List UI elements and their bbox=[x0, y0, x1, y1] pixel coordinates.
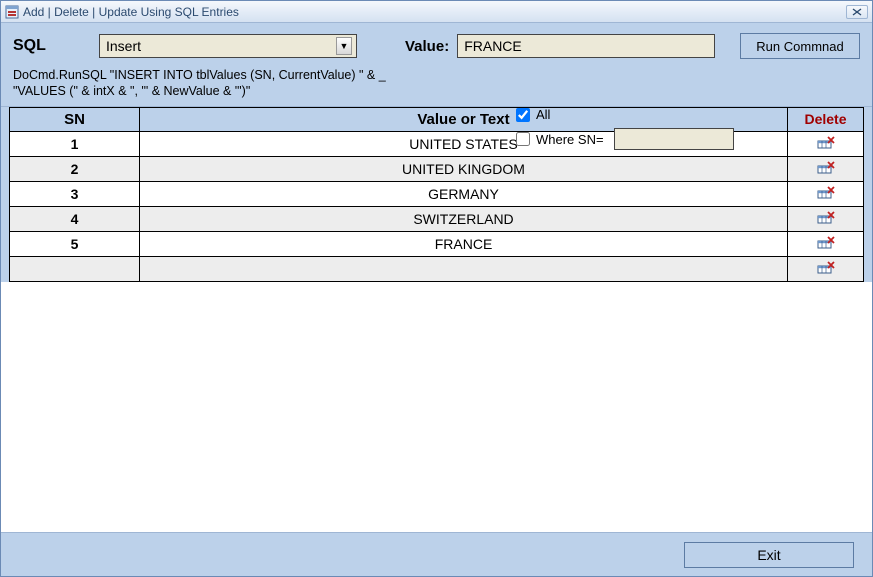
cell-delete bbox=[788, 231, 864, 256]
close-icon[interactable] bbox=[846, 5, 868, 19]
cell-delete bbox=[788, 181, 864, 206]
footer: Exit bbox=[1, 532, 872, 576]
all-checkbox[interactable] bbox=[516, 108, 530, 122]
sql-combo-value: Insert bbox=[106, 38, 336, 54]
cell-delete bbox=[788, 131, 864, 156]
table-row: 5FRANCE bbox=[10, 231, 864, 256]
sql-combo[interactable]: Insert ▼ bbox=[99, 34, 357, 58]
cell-delete bbox=[788, 156, 864, 181]
cell-delete bbox=[788, 256, 864, 281]
delete-row-icon[interactable] bbox=[816, 185, 836, 201]
sql-label: SQL bbox=[13, 37, 91, 55]
sql-code-preview: DoCmd.RunSQL "INSERT INTO tblValues (SN,… bbox=[13, 67, 860, 100]
window-title: Add | Delete | Update Using SQL Entries bbox=[23, 5, 239, 19]
cell-value: SWITZERLAND bbox=[140, 206, 788, 231]
values-table: SN Value or Text Delete 1UNITED STATES2U… bbox=[9, 107, 864, 282]
where-sn-input[interactable] bbox=[614, 128, 734, 150]
cell-sn: 4 bbox=[10, 206, 140, 231]
table-area: SN Value or Text Delete 1UNITED STATES2U… bbox=[1, 107, 872, 282]
table-row: 3GERMANY bbox=[10, 181, 864, 206]
table-row bbox=[10, 256, 864, 281]
cell-value: GERMANY bbox=[140, 181, 788, 206]
cell-sn: 2 bbox=[10, 156, 140, 181]
cell-value: FRANCE bbox=[140, 231, 788, 256]
cell-sn: 3 bbox=[10, 181, 140, 206]
chevron-down-icon[interactable]: ▼ bbox=[336, 37, 352, 55]
table-header-row: SN Value or Text Delete bbox=[10, 107, 864, 131]
cell-sn: 1 bbox=[10, 131, 140, 156]
empty-space bbox=[1, 282, 872, 533]
form-icon bbox=[5, 5, 19, 19]
where-sn-label: Where SN= bbox=[536, 132, 604, 147]
cell-delete bbox=[788, 206, 864, 231]
value-input[interactable] bbox=[457, 34, 715, 58]
titlebar: Add | Delete | Update Using SQL Entries bbox=[1, 1, 872, 23]
table-row: 4SWITZERLAND bbox=[10, 206, 864, 231]
app-window: Add | Delete | Update Using SQL Entries … bbox=[0, 0, 873, 577]
delete-row-icon[interactable] bbox=[816, 210, 836, 226]
cell-sn bbox=[10, 256, 140, 281]
table-row: 2UNITED KINGDOM bbox=[10, 156, 864, 181]
delete-row-icon[interactable] bbox=[816, 160, 836, 176]
delete-row-icon[interactable] bbox=[816, 135, 836, 151]
exit-button[interactable]: Exit bbox=[684, 542, 854, 568]
control-panel: SQL Insert ▼ Value: Run Commnad DoCmd.Ru… bbox=[1, 23, 872, 107]
cell-sn: 5 bbox=[10, 231, 140, 256]
table-row: 1UNITED STATES bbox=[10, 131, 864, 156]
col-delete: Delete bbox=[788, 107, 864, 131]
cell-value: UNITED KINGDOM bbox=[140, 156, 788, 181]
value-label: Value: bbox=[405, 38, 449, 55]
where-sn-checkbox[interactable] bbox=[516, 132, 530, 146]
filter-options: All Where SN= bbox=[516, 107, 734, 150]
cell-value bbox=[140, 256, 788, 281]
delete-row-icon[interactable] bbox=[816, 235, 836, 251]
run-command-button[interactable]: Run Commnad bbox=[740, 33, 860, 59]
delete-row-icon[interactable] bbox=[816, 260, 836, 276]
col-sn: SN bbox=[10, 107, 140, 131]
all-label: All bbox=[536, 107, 550, 122]
